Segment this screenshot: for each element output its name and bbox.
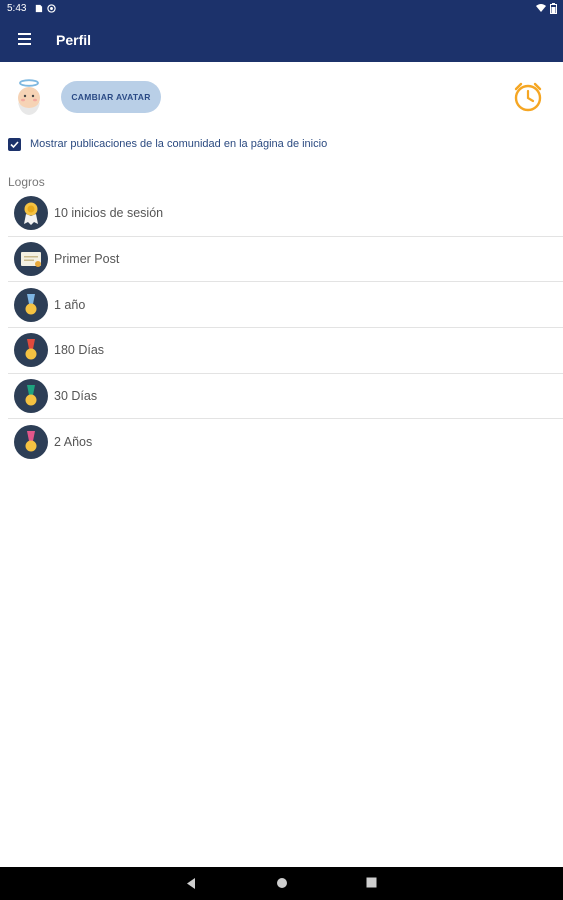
list-item: 10 inicios de sesión bbox=[8, 191, 563, 237]
red-medal-icon bbox=[14, 333, 48, 368]
green-medal-icon bbox=[14, 379, 48, 414]
list-item: Primer Post bbox=[8, 237, 563, 283]
pink-medal-icon bbox=[14, 425, 48, 460]
recents-icon[interactable] bbox=[366, 877, 377, 888]
hamburger-menu-icon[interactable] bbox=[14, 30, 36, 50]
list-item: 1 año bbox=[8, 282, 563, 329]
achievement-label: 1 año bbox=[54, 297, 86, 312]
achievements-title: Logros bbox=[8, 175, 45, 189]
page-title: Perfil bbox=[56, 32, 92, 48]
show-community-posts-row[interactable]: Mostrar publicaciones de la comunidad en… bbox=[8, 136, 327, 152]
status-time: 5:43 bbox=[7, 3, 27, 14]
show-community-posts-label: Mostrar publicaciones de la comunidad en… bbox=[30, 138, 328, 150]
show-community-posts-checkbox[interactable] bbox=[8, 137, 21, 151]
achievement-label: 30 Días bbox=[54, 389, 98, 404]
home-icon[interactable] bbox=[276, 877, 288, 889]
check-icon bbox=[10, 140, 19, 148]
angel-avatar-icon bbox=[18, 79, 40, 115]
blue-medal-icon bbox=[14, 287, 48, 322]
app-toolbar: Perfil bbox=[0, 18, 563, 62]
wifi-icon bbox=[536, 4, 546, 12]
back-icon[interactable] bbox=[185, 877, 197, 890]
list-item: 30 Días bbox=[8, 374, 563, 420]
achievement-label: Primer Post bbox=[54, 252, 120, 267]
award-ribbon-icon bbox=[14, 196, 48, 231]
achievement-label: 2 Años bbox=[54, 435, 93, 450]
achievement-label: 180 Días bbox=[54, 343, 105, 358]
achievements-list: 10 inicios de sesión Primer Post 1 año 1… bbox=[8, 191, 563, 465]
alarm-clock-icon[interactable] bbox=[511, 80, 545, 114]
achievement-label: 10 inicios de sesión bbox=[54, 206, 164, 221]
system-nav-bar bbox=[0, 867, 563, 900]
list-item: 2 Años bbox=[8, 419, 563, 465]
at-sign-icon bbox=[47, 4, 56, 13]
status-bar: 5:43 bbox=[0, 0, 563, 18]
sd-card-icon bbox=[35, 4, 43, 13]
list-item: 180 Días bbox=[8, 328, 563, 374]
certificate-icon bbox=[14, 242, 48, 277]
change-avatar-button[interactable]: CAMBIAR AVATAR bbox=[61, 81, 161, 113]
battery-icon bbox=[550, 3, 557, 14]
